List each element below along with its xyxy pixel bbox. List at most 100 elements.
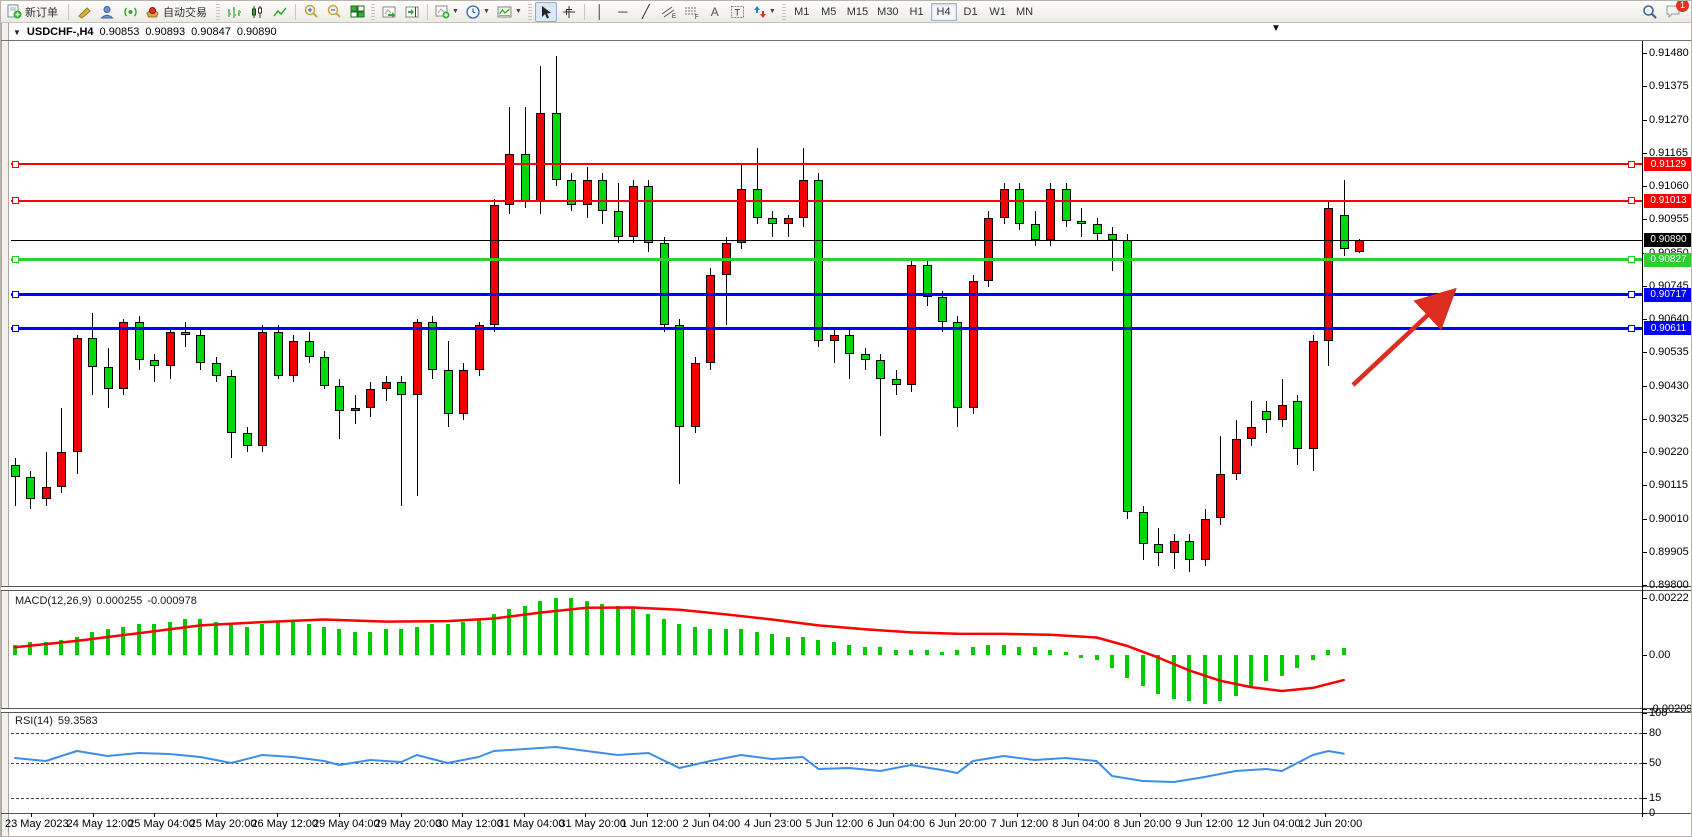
macd-histogram-bar [1064, 652, 1068, 655]
macd-histogram-bar [585, 601, 589, 655]
rsi-tick [1642, 798, 1647, 799]
macd-histogram-bar [909, 650, 913, 655]
rsi-level-line [11, 798, 1642, 799]
macd-rsi-separator[interactable] [1, 708, 1692, 713]
arrows-tool[interactable]: ▼ [750, 2, 779, 22]
new-order-label: 新订单 [25, 4, 58, 20]
candle [552, 113, 561, 180]
fibonacci-icon: F [684, 5, 700, 19]
template-button[interactable]: ▼ [494, 2, 525, 22]
candle [675, 325, 684, 426]
timeframe-D1[interactable]: D1 [958, 3, 984, 21]
macd-histogram-bar [152, 624, 156, 655]
metaeditor-button[interactable] [73, 2, 95, 22]
line-handle[interactable] [12, 291, 19, 298]
zoom-in-button[interactable] [300, 2, 322, 22]
line-handle[interactable] [1628, 325, 1635, 332]
timeframe-MN[interactable]: MN [1012, 3, 1038, 21]
macd-histogram-bar [1125, 655, 1129, 678]
text-label-tool[interactable]: T [727, 2, 749, 22]
macd-histogram-bar [600, 604, 604, 655]
timeframe-M5[interactable]: M5 [816, 3, 842, 21]
trendline-tool[interactable]: ╱ [635, 2, 657, 22]
candle [861, 354, 870, 360]
macd-histogram-bar [755, 632, 759, 655]
macd-histogram-bar [1017, 647, 1021, 655]
macd-histogram-bar [13, 645, 17, 655]
line-handle[interactable] [1628, 161, 1635, 168]
new-order-button[interactable]: 新订单 [4, 2, 64, 22]
candle [1355, 240, 1364, 252]
candle [969, 281, 978, 408]
signal-button[interactable] [119, 2, 141, 22]
line-price-label: 0.90611 [1644, 321, 1692, 335]
mt4-terminal: 新订单 自动交易 [0, 0, 1692, 837]
collapse-triangle-icon[interactable]: ▼ [13, 28, 21, 37]
horizontal-line[interactable] [11, 163, 1642, 165]
autotrading-button[interactable]: 自动交易 [142, 2, 213, 22]
line-handle[interactable] [1628, 291, 1635, 298]
macd-histogram-bar [44, 642, 48, 655]
line-price-label: 0.90827 [1644, 253, 1692, 267]
line-chart-button[interactable] [269, 2, 291, 22]
date-tick [277, 813, 278, 817]
auto-scroll-button[interactable] [378, 2, 400, 22]
candle [1340, 215, 1349, 250]
timeframe-M30[interactable]: M30 [873, 3, 902, 21]
new-chart-button[interactable]: ▼ [432, 2, 462, 22]
horizontal-line[interactable] [11, 258, 1642, 261]
candlestick-chart-button[interactable] [246, 2, 268, 22]
channel-icon: E [661, 5, 677, 19]
candle [57, 452, 66, 487]
text-tool[interactable]: A [704, 2, 726, 22]
price-tick [1642, 219, 1647, 220]
arrow-annotation[interactable] [1353, 297, 1447, 385]
period-button[interactable]: ▼ [463, 2, 493, 22]
date-label: 7 Jun 12:00 [991, 818, 1049, 830]
channel-tool[interactable]: E [658, 2, 680, 22]
profile-button[interactable] [96, 2, 118, 22]
price-tick-label: 0.91270 [1649, 114, 1689, 126]
horizontal-line[interactable] [11, 293, 1642, 296]
timeframe-W1[interactable]: W1 [985, 3, 1011, 21]
crosshair-icon [562, 5, 576, 19]
macd-histogram-bar [724, 629, 728, 655]
chevron-down-icon: ▼ [483, 8, 490, 15]
horizontal-line-tool[interactable]: ─ [612, 2, 634, 22]
horizontal-line[interactable] [11, 200, 1642, 202]
timeframe-M1[interactable]: M1 [789, 3, 815, 21]
fibonacci-tool[interactable]: F [681, 2, 703, 22]
macd-histogram-bar [137, 624, 141, 655]
macd-histogram-bar [75, 637, 79, 655]
cursor-tool-button[interactable] [535, 2, 557, 22]
timeframe-M15[interactable]: M15 [843, 3, 872, 21]
main-macd-separator[interactable] [1, 586, 1692, 591]
horizontal-line[interactable] [11, 327, 1642, 330]
chart-shift-marker[interactable]: ▼ [1271, 23, 1281, 34]
search-button[interactable] [1639, 2, 1661, 22]
crosshair-tool-button[interactable] [558, 2, 580, 22]
zoom-out-button[interactable] [323, 2, 345, 22]
vertical-line-tool[interactable]: │ [589, 2, 611, 22]
chart-shift-button[interactable] [401, 2, 423, 22]
date-label: 6 Jun 20:00 [929, 818, 987, 830]
candle [351, 408, 360, 411]
macd-histogram-bar [276, 622, 280, 655]
candle [660, 243, 669, 325]
notifications-button[interactable]: 1 [1662, 2, 1684, 22]
line-handle[interactable] [12, 325, 19, 332]
tile-windows-button[interactable] [346, 2, 368, 22]
line-handle[interactable] [12, 256, 19, 263]
line-handle[interactable] [1628, 197, 1635, 204]
rsi-line [15, 747, 1344, 782]
line-handle[interactable] [1628, 256, 1635, 263]
candle [1262, 411, 1271, 421]
bar-chart-button[interactable] [223, 2, 245, 22]
macd-histogram-bar [1280, 655, 1284, 676]
line-handle[interactable] [12, 197, 19, 204]
candle [536, 113, 545, 202]
timeframe-H1[interactable]: H1 [904, 3, 930, 21]
line-handle[interactable] [12, 161, 19, 168]
timeframe-H4[interactable]: H4 [931, 3, 957, 21]
macd-histogram-bar [507, 609, 511, 655]
